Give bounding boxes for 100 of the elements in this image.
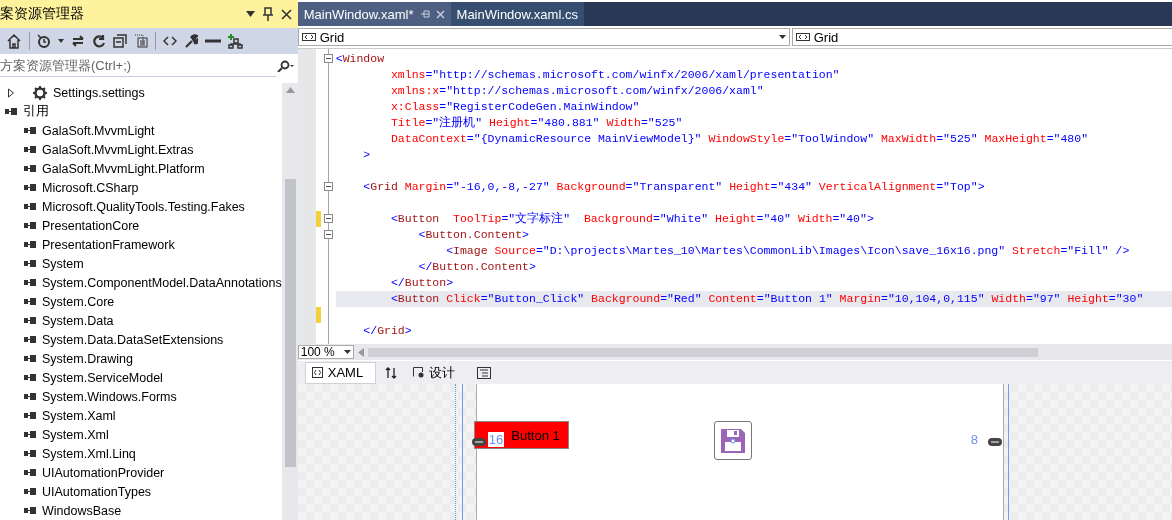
reference-icon bbox=[24, 221, 36, 230]
tree-item[interactable]: GalaSoft.MvvmLight.Extras bbox=[0, 140, 282, 159]
code-line: x:Class="RegisterCodeGen.MainWindow" bbox=[389, 99, 641, 115]
search-icon[interactable] bbox=[275, 60, 294, 72]
reference-icon bbox=[24, 373, 36, 382]
tree-item[interactable]: Settings.settings bbox=[0, 83, 282, 102]
tree-item-label: System.ComponentModel.DataAnnotations bbox=[42, 275, 282, 290]
link-icon[interactable] bbox=[471, 438, 486, 446]
tree-item[interactable]: PresentationFramework bbox=[0, 235, 282, 254]
tree-item-label: GalaSoft.MvvmLight.Platform bbox=[42, 161, 205, 176]
code-line: > bbox=[362, 147, 372, 163]
search-field[interactable]: 方案资源管理器(Ctrl+;) bbox=[0, 55, 276, 77]
minus-icon[interactable] bbox=[205, 37, 221, 45]
reference-icon bbox=[24, 411, 36, 420]
reference-icon bbox=[24, 392, 36, 401]
reference-icon bbox=[24, 316, 36, 325]
zoom-dropdown[interactable]: 100 % bbox=[297, 345, 354, 359]
refresh-icon[interactable] bbox=[92, 34, 106, 48]
tree-item[interactable]: 引用 bbox=[0, 102, 282, 121]
save-image-button[interactable] bbox=[713, 421, 752, 460]
tree-item-label: GalaSoft.MvvmLight.Extras bbox=[42, 142, 194, 157]
tree-item[interactable]: System.Xml bbox=[0, 425, 282, 444]
tree-item[interactable]: Microsoft.QualityTools.Testing.Fakes bbox=[0, 197, 282, 216]
reference-icon bbox=[24, 487, 36, 496]
tree-item[interactable]: System.Xml.Linq bbox=[0, 444, 282, 463]
tree-item[interactable]: GalaSoft.MvvmLight.Platform bbox=[0, 159, 282, 178]
element-dropdown[interactable]: Grid bbox=[297, 28, 790, 46]
tree-item[interactable]: System bbox=[0, 254, 282, 273]
tree-item[interactable]: System.Xaml bbox=[0, 406, 282, 425]
element-icon bbox=[795, 33, 810, 41]
editor-tab[interactable]: MainWindow.xaml.cs bbox=[450, 2, 584, 26]
tree-item[interactable]: WindowsBase bbox=[0, 501, 282, 520]
tree-item[interactable]: System.ServiceModel bbox=[0, 368, 282, 387]
code-line: <Window bbox=[335, 51, 386, 67]
link-icon[interactable] bbox=[987, 438, 1002, 446]
code-view-icon bbox=[311, 367, 323, 378]
pages-icon[interactable] bbox=[134, 34, 148, 48]
tree-item[interactable]: PresentationCore bbox=[0, 216, 282, 235]
collapse-icon[interactable] bbox=[323, 182, 333, 191]
tree-item-label: System.Windows.Forms bbox=[42, 389, 177, 404]
reference-icon bbox=[24, 278, 36, 287]
collapsed-arrow-icon[interactable] bbox=[7, 87, 15, 98]
tree-item[interactable]: System.Core bbox=[0, 292, 282, 311]
collapse-all-icon[interactable] bbox=[113, 34, 127, 48]
dropdown-icon[interactable] bbox=[58, 39, 64, 43]
sync-arrows-icon[interactable] bbox=[71, 34, 85, 48]
reference-icon bbox=[24, 449, 36, 458]
reference-icon bbox=[24, 240, 36, 249]
tree-item-label: System.Drawing bbox=[42, 351, 133, 366]
reference-icon bbox=[24, 335, 36, 344]
reference-icon bbox=[24, 259, 36, 268]
home-icon[interactable] bbox=[6, 33, 22, 49]
tree-item-label: UIAutomationProvider bbox=[42, 465, 165, 480]
scrollbar[interactable] bbox=[281, 83, 298, 520]
tree-item[interactable]: GalaSoft.MvvmLight bbox=[0, 121, 282, 140]
tree-item[interactable]: System.ComponentModel.DataAnnotations bbox=[0, 273, 282, 292]
margin-label: 8 bbox=[969, 432, 979, 447]
tree-item-label: Microsoft.CSharp bbox=[42, 180, 139, 195]
reference-icon bbox=[5, 107, 17, 116]
tree-item[interactable]: System.Data.DataSetExtensions bbox=[0, 330, 282, 349]
tree-item[interactable]: Microsoft.CSharp bbox=[0, 178, 282, 197]
tree-item[interactable]: System.Data bbox=[0, 311, 282, 330]
reference-icon bbox=[24, 202, 36, 211]
caret-icon bbox=[343, 350, 351, 354]
element-icon bbox=[301, 33, 316, 41]
tree-item-label: System.Xml.Linq bbox=[42, 446, 136, 461]
code-icon[interactable] bbox=[163, 35, 177, 47]
document-outline-icon[interactable] bbox=[477, 366, 492, 379]
tree-item[interactable]: UIAutomationTypes bbox=[0, 482, 282, 501]
swap-icon[interactable] bbox=[385, 366, 398, 379]
tree-item-label: System.Data bbox=[42, 313, 114, 328]
element-dropdown[interactable]: Grid bbox=[791, 28, 1172, 46]
code-line: </Button.Content> bbox=[417, 259, 537, 275]
panel-title: 案资源管理器 bbox=[0, 5, 85, 23]
reference-icon bbox=[24, 468, 36, 477]
tree-item-label: PresentationCore bbox=[42, 218, 140, 233]
pin-icon[interactable] bbox=[262, 7, 273, 21]
close-icon[interactable] bbox=[280, 8, 292, 20]
view-tab[interactable]: XAML bbox=[305, 362, 376, 383]
horizontal-scrollbar[interactable] bbox=[367, 347, 1038, 357]
view-tab[interactable]: 设计 bbox=[407, 362, 468, 383]
wrench-icon[interactable] bbox=[184, 34, 198, 48]
tree-item[interactable]: UIAutomationProvider bbox=[0, 463, 282, 482]
tree-item-label: System bbox=[42, 256, 84, 271]
tree-item[interactable]: System.Drawing bbox=[0, 349, 282, 368]
tree-item-label: System.Core bbox=[42, 294, 115, 309]
caret-icon bbox=[778, 35, 786, 39]
tree-item[interactable]: System.Windows.Forms bbox=[0, 387, 282, 406]
code-line: xmlns:x="http://schemas.microsoft.com/winfx/2006/xaml" bbox=[389, 83, 765, 99]
collapse-icon[interactable] bbox=[323, 54, 333, 63]
reference-icon bbox=[24, 183, 36, 192]
gear-icon bbox=[33, 85, 47, 100]
code-line: DataContext="{DynamicResource MainViewModel}" WindowStyle="ToolWindow" MaxWidth="525" MaxHeight="480" bbox=[389, 131, 1090, 147]
diagram-add-icon[interactable] bbox=[228, 33, 244, 49]
dropdown-icon[interactable] bbox=[245, 11, 255, 17]
clock-icon[interactable] bbox=[37, 34, 51, 48]
tree-item-label: Microsoft.QualityTools.Testing.Fakes bbox=[42, 199, 245, 214]
tree-item-label: PresentationFramework bbox=[42, 237, 175, 252]
reference-icon bbox=[24, 126, 36, 135]
reference-icon bbox=[24, 145, 36, 154]
